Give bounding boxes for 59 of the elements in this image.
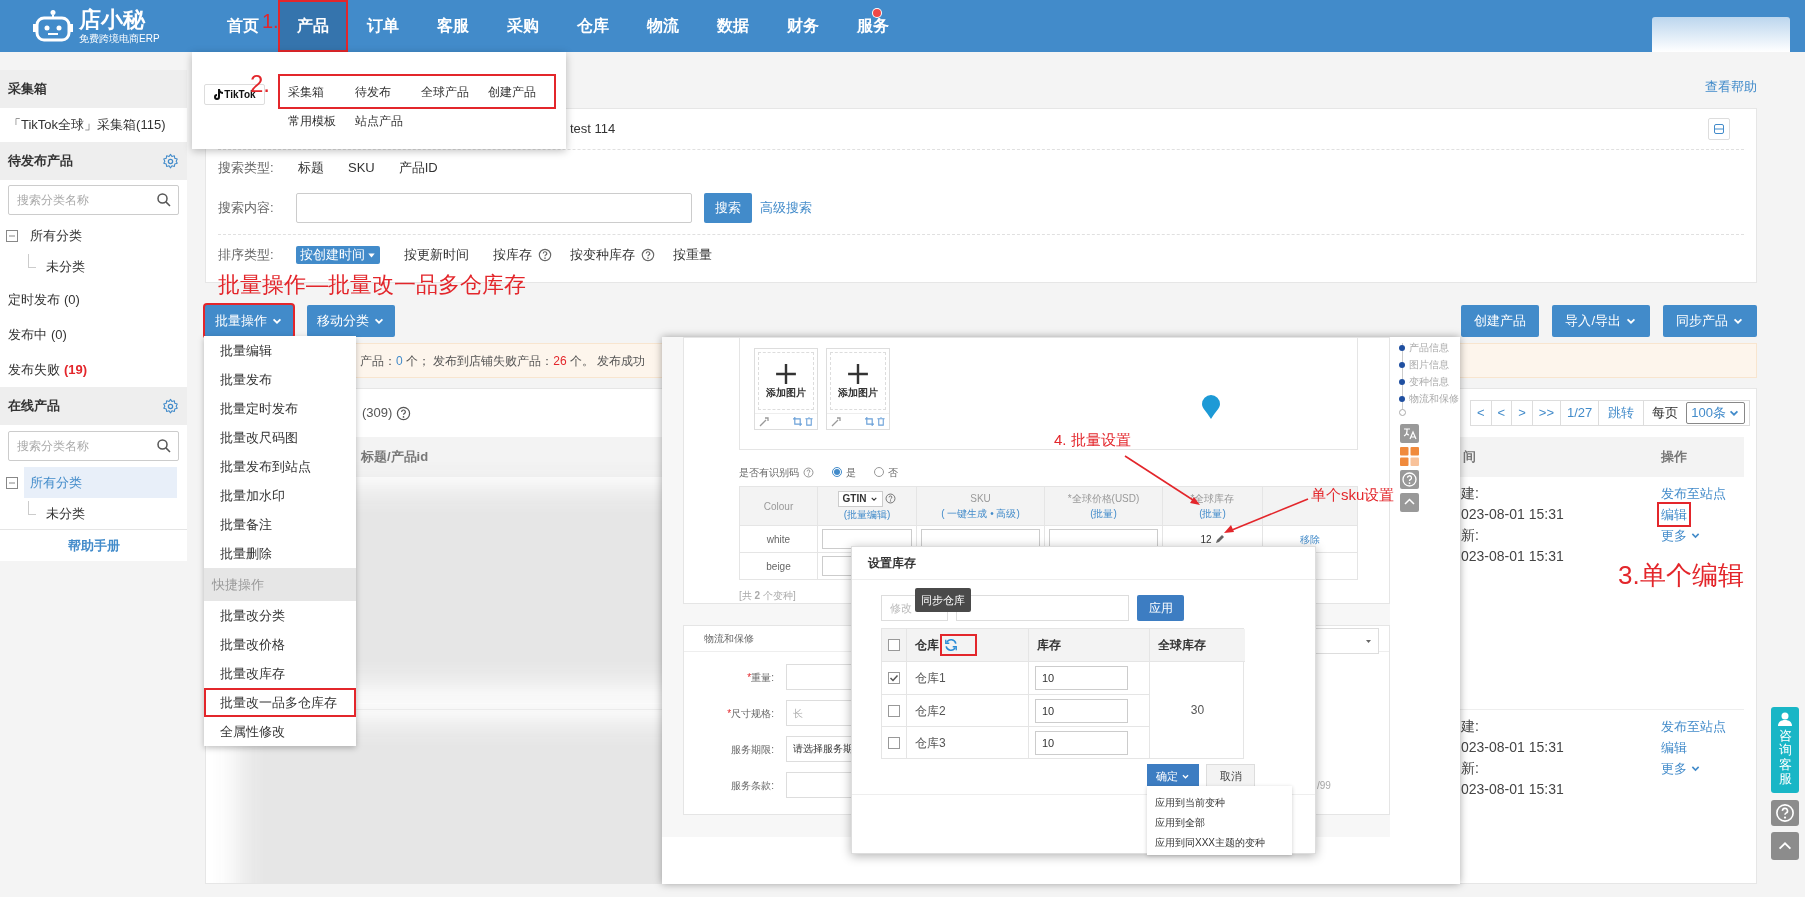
filter-text: test 114 [570,120,616,139]
date-text: 建: [1461,484,1479,503]
tooltip: 同步仓库 [915,588,971,612]
table-cell-text: 仓库3 [915,734,946,752]
field-label: *尺寸规格: [726,706,774,721]
column-header: Colour [763,499,794,514]
table-cell-text: beige [766,559,791,574]
date-text: 023-08-01 15:31 [1461,547,1564,566]
option-label: 否 [888,465,898,480]
date-text: 新: [1461,526,1479,545]
column-header: 标题/产品id [361,449,429,465]
date-text: 023-08-01 15:31 [1461,505,1564,524]
column-header: 间 [1463,449,1476,465]
column-header: SKU [970,492,991,506]
menu-group-label: 快捷操作 [204,568,356,601]
annotation-text: 3.单个编辑 [1618,559,1744,592]
section-title: 待发布产品 [8,152,73,171]
field-label: 服务期限: [730,742,774,757]
column-header: 库存 [1037,637,1061,654]
table-cell-text: 12 [1200,532,1212,547]
table-cell-text: white [766,532,791,547]
date-text: 023-08-01 15:31 [1461,738,1564,757]
field-label: 服务条款: [730,778,774,793]
platform-name: TikTok [224,89,256,102]
annotation-text: 批量操作—批量改一品多仓库存 [218,271,526,299]
variant-count: [共 2 个变种] [739,589,796,603]
table-cell-text: 30 [1190,702,1205,719]
dialog-title: 设置库存 [868,555,916,572]
logo-subtitle: 免费跨境电商ERP [79,33,160,45]
field-label: 搜索内容: [218,199,275,218]
field-label: *重量: [746,670,774,685]
date-text: 023-08-01 15:31 [1461,780,1564,799]
table-cell-text: 仓库1 [915,670,946,687]
field-label: 排序类型: [218,246,275,265]
column-header: 全球库存 [1158,637,1206,654]
logo-title: 店小秘 [79,7,147,33]
field-label: 是否有识别码 [739,465,799,480]
item-count: (0) [64,290,80,309]
annotation-text: 单个sku设置 [1311,485,1395,505]
field-label: 搜索类型: [218,159,275,178]
item-count: (19) [64,360,88,379]
character-counter: /99 [1317,779,1331,793]
table-cell-text: 仓库2 [915,702,946,720]
column-header: 操作 [1661,448,1687,467]
notice-text: 产品：0 个； 发布到店铺失败产品：26 个。 发布成功 [360,352,646,370]
section-title: 物流和保修 [704,632,754,646]
option-label: 是 [846,465,856,480]
column-header: 仓库 [915,637,939,654]
item-count: (0) [51,325,67,344]
date-text: 新: [1461,759,1479,778]
slot-label: 添加图片 [838,385,878,400]
column-header: *全球价格(USD) [1067,492,1140,506]
per-page-label: 每页 [1643,401,1687,425]
date-text: 建: [1461,717,1479,736]
section-title: 在线产品 [8,397,60,416]
slot-label: 添加图片 [766,385,806,400]
annotation-text: 1. [262,9,279,34]
section-title: 采集箱 [8,80,47,99]
annotation-text: 4. 批量设置 [1054,430,1131,450]
